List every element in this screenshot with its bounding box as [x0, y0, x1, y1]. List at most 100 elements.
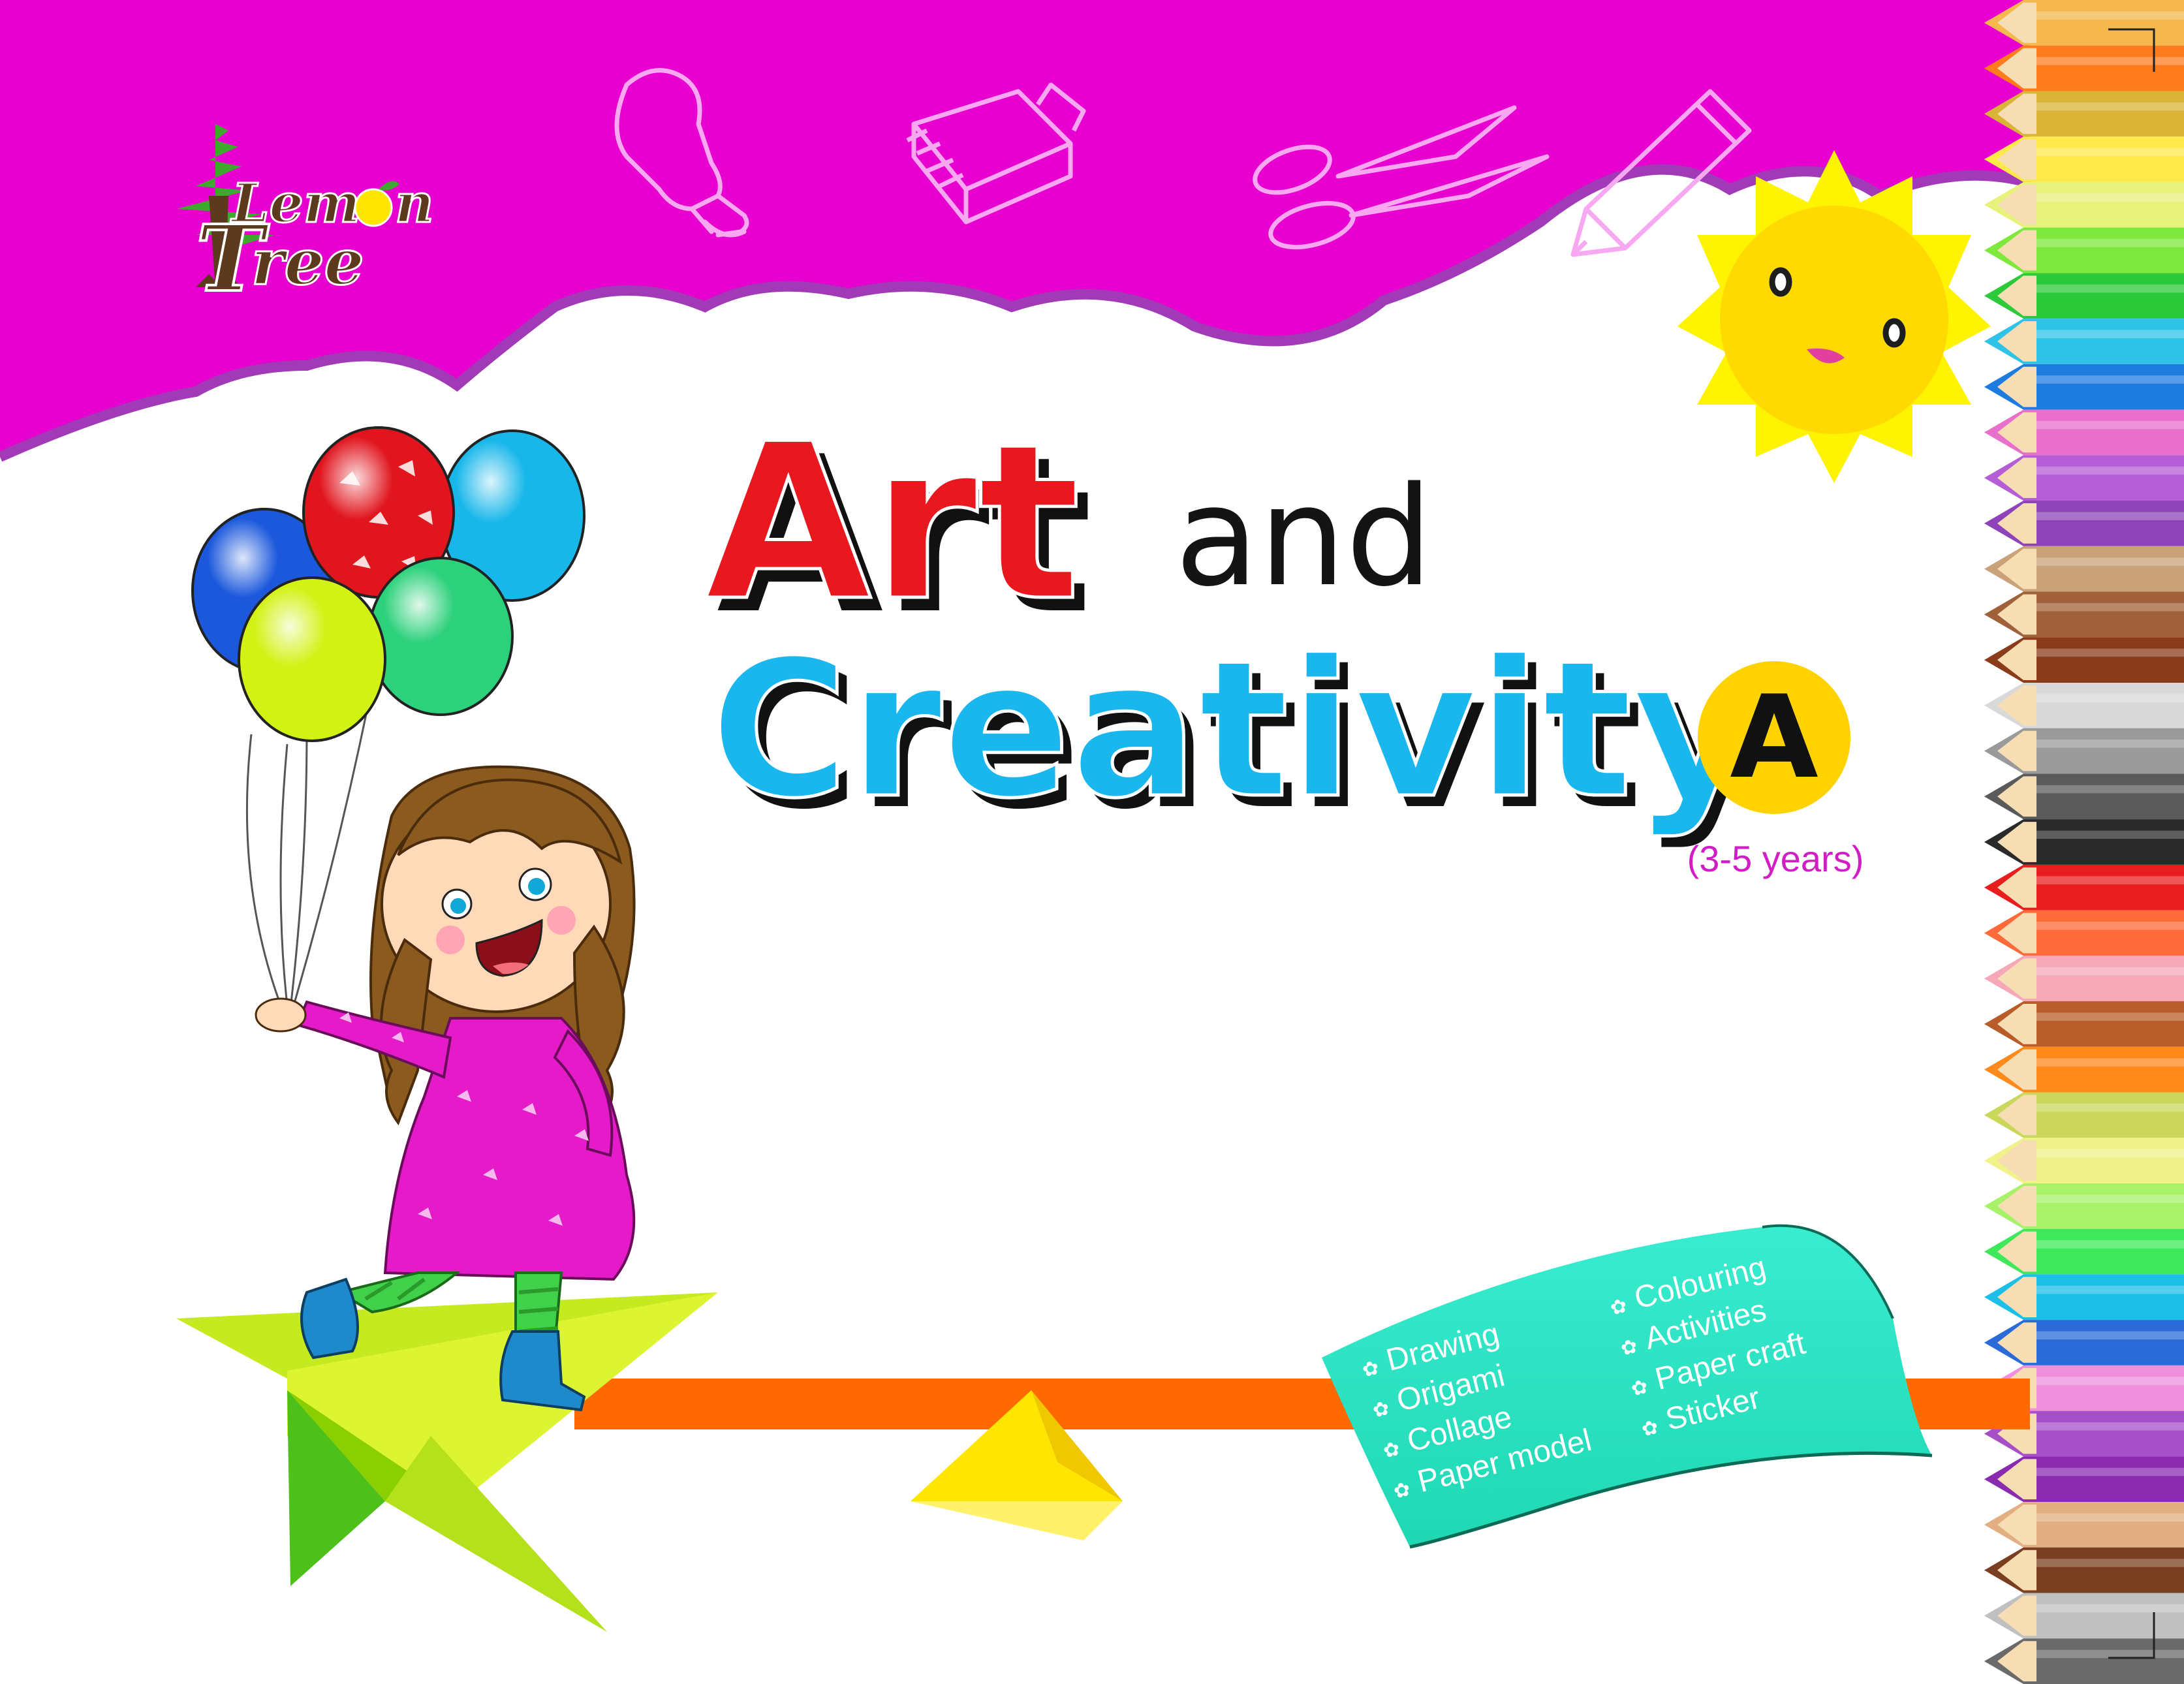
pencil-highlight	[2036, 57, 2184, 65]
pencil-highlight	[2036, 1559, 2184, 1567]
pencil-tip	[1984, 744, 1997, 758]
pencil-highlight	[2036, 1331, 2184, 1340]
large-paper-plane-icon	[176, 1292, 718, 1632]
pencil-wood	[1997, 1277, 2036, 1318]
pencil-wood	[1997, 366, 2036, 407]
pencil-tip	[1984, 1473, 1997, 1486]
level-badge: A	[1698, 661, 1850, 814]
pencil-highlight	[2036, 922, 2184, 930]
pencil-wood	[1997, 685, 2036, 726]
pencil-tip	[1984, 972, 1997, 986]
pencil-highlight	[2036, 466, 2184, 475]
pencil-wood	[1997, 640, 2036, 680]
pencil-wood	[1997, 594, 2036, 635]
pencil-wood	[1997, 458, 2036, 499]
pencil-tip	[1984, 1063, 1997, 1076]
pencil-highlight	[2036, 284, 2184, 293]
pencil-wood	[1997, 230, 2036, 271]
pencil-highlight	[2036, 1467, 2184, 1476]
pencil-highlight	[2036, 785, 2184, 794]
pencil-tip	[1984, 1108, 1997, 1122]
pencil-highlight	[2036, 1194, 2184, 1203]
pencil-tip	[1984, 1017, 1997, 1031]
pencil-tip	[1984, 243, 1997, 257]
pencil-tip	[1984, 835, 1997, 849]
pencil-highlight	[2036, 1377, 2184, 1385]
pencil-highlight	[2036, 1012, 2184, 1021]
pencil-highlight	[2036, 694, 2184, 702]
title-creativity: Creativity	[710, 620, 1756, 840]
pencil-highlight	[2036, 1285, 2184, 1294]
girl-illustration	[191, 426, 636, 1412]
pencil-wood	[1997, 1231, 2036, 1272]
pencil-highlight	[2036, 648, 2184, 657]
pencil-highlight	[2036, 1422, 2184, 1431]
pencil-tip	[1984, 790, 1997, 803]
title: Art Art and Creativity Creativity	[704, 396, 1766, 852]
pencil-wood	[1997, 1004, 2036, 1044]
pencil-tip	[1984, 881, 1997, 894]
pencil-tip	[1984, 516, 1997, 530]
sun-left-eye	[1769, 267, 1792, 297]
pencil-tip	[1984, 926, 1997, 940]
level-letter: A	[1730, 672, 1818, 804]
pencil-highlight	[2036, 1649, 2184, 1659]
pencil-highlight	[2036, 421, 2184, 429]
pencil-highlight	[2036, 1149, 2184, 1158]
age-range: (3-5 years)	[1687, 838, 1864, 879]
pencil-tip	[1984, 608, 1997, 621]
pencil-tip	[1984, 1199, 1997, 1213]
pencil-wood	[1997, 275, 2036, 317]
colored-pencils	[1984, 0, 2184, 1684]
logo-word-tree: ree	[251, 225, 364, 299]
pencil-tip	[1984, 1336, 1997, 1350]
balloon-yellow-icon	[238, 576, 386, 742]
pencil-highlight	[2036, 1604, 2184, 1613]
pencil-highlight	[2036, 239, 2184, 247]
pencil-tip	[1984, 1518, 1997, 1531]
pencil-highlight	[2036, 1103, 2184, 1112]
pencil-highlight	[2036, 830, 2184, 839]
pencil-highlight	[2036, 193, 2184, 202]
pencil-wood	[1997, 867, 2036, 908]
pencil-wood	[1997, 548, 2036, 589]
pencil-wood	[1997, 1641, 2036, 1681]
sun-icon	[1677, 150, 1991, 483]
pencil-wood	[1997, 1595, 2036, 1636]
lemon-icon	[354, 188, 393, 227]
pencil-wood	[1997, 1550, 2036, 1591]
pencil-highlight	[2036, 375, 2184, 384]
pencil-tip	[1984, 289, 1997, 303]
logo-letter-n: n	[395, 172, 434, 235]
pencil-tip	[1984, 698, 1997, 712]
balloon-green-icon	[367, 557, 514, 716]
pencil-wood	[1997, 776, 2036, 817]
pencil-tip	[1984, 1563, 1997, 1577]
pencil-wood	[1997, 730, 2036, 772]
pencil-tip	[1984, 334, 1997, 348]
pencil-highlight	[2036, 102, 2184, 111]
pencil-tip	[1984, 380, 1997, 394]
sun-right-eye	[1882, 318, 1906, 348]
pencil-highlight	[2036, 557, 2184, 566]
pencil-highlight	[2036, 11, 2184, 20]
pencil-wood	[1997, 1505, 2036, 1545]
pencil-wood	[1997, 912, 2036, 954]
pencil-wood	[1997, 1095, 2036, 1136]
pencil-highlight	[2036, 1058, 2184, 1067]
pencil-highlight	[2036, 876, 2184, 884]
pencil-wood	[1997, 503, 2036, 544]
pencil-wood	[1997, 1140, 2036, 1181]
pencil-tip	[1984, 562, 1997, 576]
pencil-wood	[1997, 184, 2036, 225]
pencil-highlight	[2036, 1240, 2184, 1249]
pencil-highlight	[2036, 512, 2184, 521]
pencil-highlight	[2036, 967, 2184, 976]
pencil-wood	[1997, 1322, 2036, 1363]
pencil-wood	[1997, 412, 2036, 453]
pencil-wood	[1997, 1049, 2036, 1090]
pencil-tip	[1984, 426, 1997, 439]
pencil-tip	[1984, 1245, 1997, 1258]
pencil-highlight	[2036, 740, 2184, 748]
pencil-tip	[1984, 1154, 1997, 1168]
